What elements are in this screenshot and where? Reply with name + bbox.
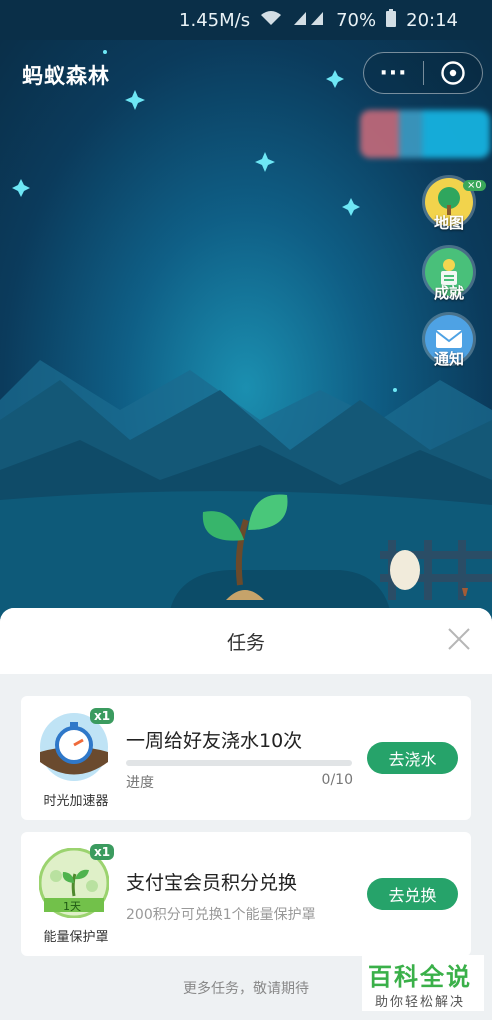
- watermark-main: 百科全说: [368, 963, 472, 991]
- map-label[interactable]: 地图: [424, 212, 474, 233]
- exit-button[interactable]: [424, 60, 482, 86]
- exchange-button[interactable]: 去兑换: [367, 878, 458, 910]
- task-title: 一周给好友浇水10次: [126, 730, 303, 752]
- water-button[interactable]: 去浇水: [367, 742, 458, 774]
- task-card-energy-shield: 1天 x1 能量保护罩 支付宝会员积分兑换 200积分可兑换1个能量保护罩 去兑…: [21, 832, 471, 956]
- status-bar: 1.45M/s 70% 20:14: [0, 0, 492, 40]
- reward-name: 能量保护罩: [43, 930, 109, 945]
- watermark: 百科全说 助你轻松解决: [362, 955, 484, 1011]
- battery-icon: [386, 9, 397, 31]
- task-card-time-accelerator: x1 时光加速器 一周给好友浇水10次 进度 0/10 去浇水: [21, 696, 471, 820]
- notification-label[interactable]: 通知: [424, 348, 474, 369]
- clock-time: 20:14: [406, 9, 458, 31]
- watermark-sub: 助你轻松解决: [375, 995, 466, 1010]
- blurred-user-avatar[interactable]: [360, 110, 490, 158]
- progress-label: 进度: [126, 775, 154, 791]
- task-progress-bar: [126, 760, 352, 766]
- panel-title: 任务: [226, 631, 265, 654]
- quantity-badge: x1: [90, 708, 115, 724]
- shield-duration-tag: 1天: [63, 900, 81, 913]
- wifi-icon: [260, 10, 282, 30]
- achievement-label[interactable]: 成就: [424, 282, 474, 303]
- app-title: 蚂蚁森林: [22, 64, 110, 88]
- map-badge: ×0: [463, 180, 486, 191]
- quantity-badge: x1: [90, 844, 115, 860]
- battery-level: 70%: [336, 9, 377, 31]
- more-button[interactable]: ···: [364, 61, 423, 86]
- progress-count: 0/10: [321, 772, 353, 788]
- forest-scene: 蚂蚁森林 ··· ×0 地图 成就 通知: [0, 40, 492, 620]
- network-speed: 1.45M/s: [179, 9, 251, 31]
- task-panel-header: 任务: [0, 608, 492, 674]
- close-icon[interactable]: [446, 626, 472, 652]
- mini-app-capsule: ···: [363, 52, 483, 94]
- exit-icon: [441, 61, 465, 85]
- signal-icon: [292, 10, 326, 30]
- task-description: 200积分可兑换1个能量保护罩: [126, 907, 316, 923]
- task-title: 支付宝会员积分兑换: [126, 872, 298, 894]
- reward-name: 时光加速器: [43, 794, 109, 809]
